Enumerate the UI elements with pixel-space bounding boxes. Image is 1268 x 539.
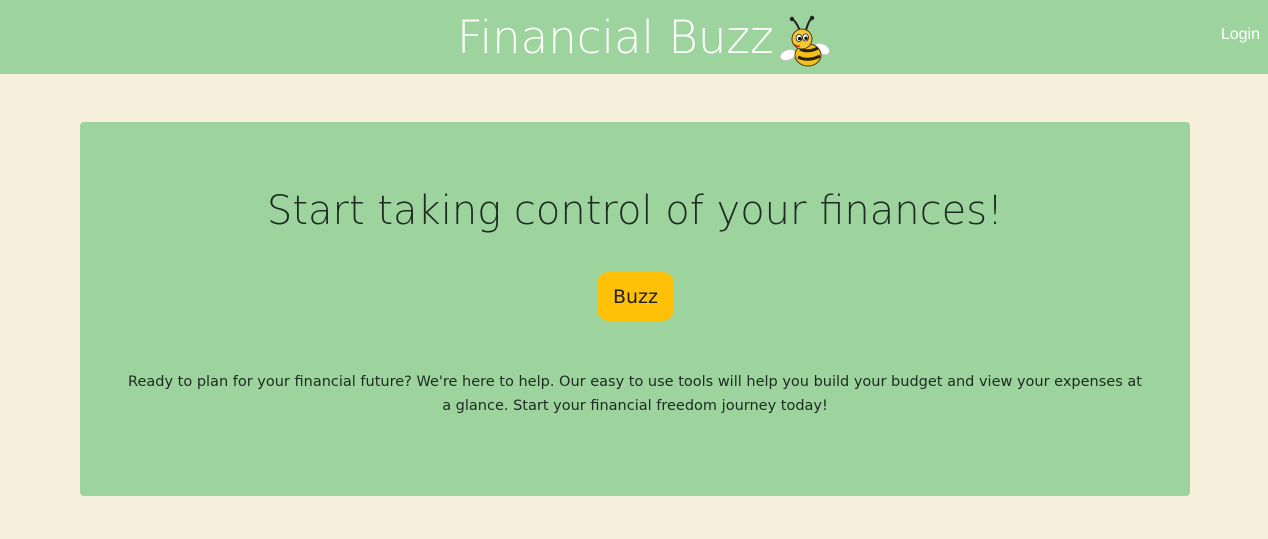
brand[interactable]: Financial Buzz xyxy=(457,6,832,68)
brand-title[interactable]: Financial Buzz xyxy=(457,15,774,60)
buzz-button[interactable]: Buzz xyxy=(597,272,674,321)
navbar: Financial Buzz Login xyxy=(0,0,1268,74)
bee-icon xyxy=(779,15,830,67)
hero-panel: Start taking control of your finances! B… xyxy=(80,122,1190,496)
hero-description: Ready to plan for your financial future?… xyxy=(128,374,1142,414)
login-link[interactable]: Login xyxy=(1221,26,1260,44)
hero-title: Start taking control of your finances! xyxy=(266,188,1004,234)
